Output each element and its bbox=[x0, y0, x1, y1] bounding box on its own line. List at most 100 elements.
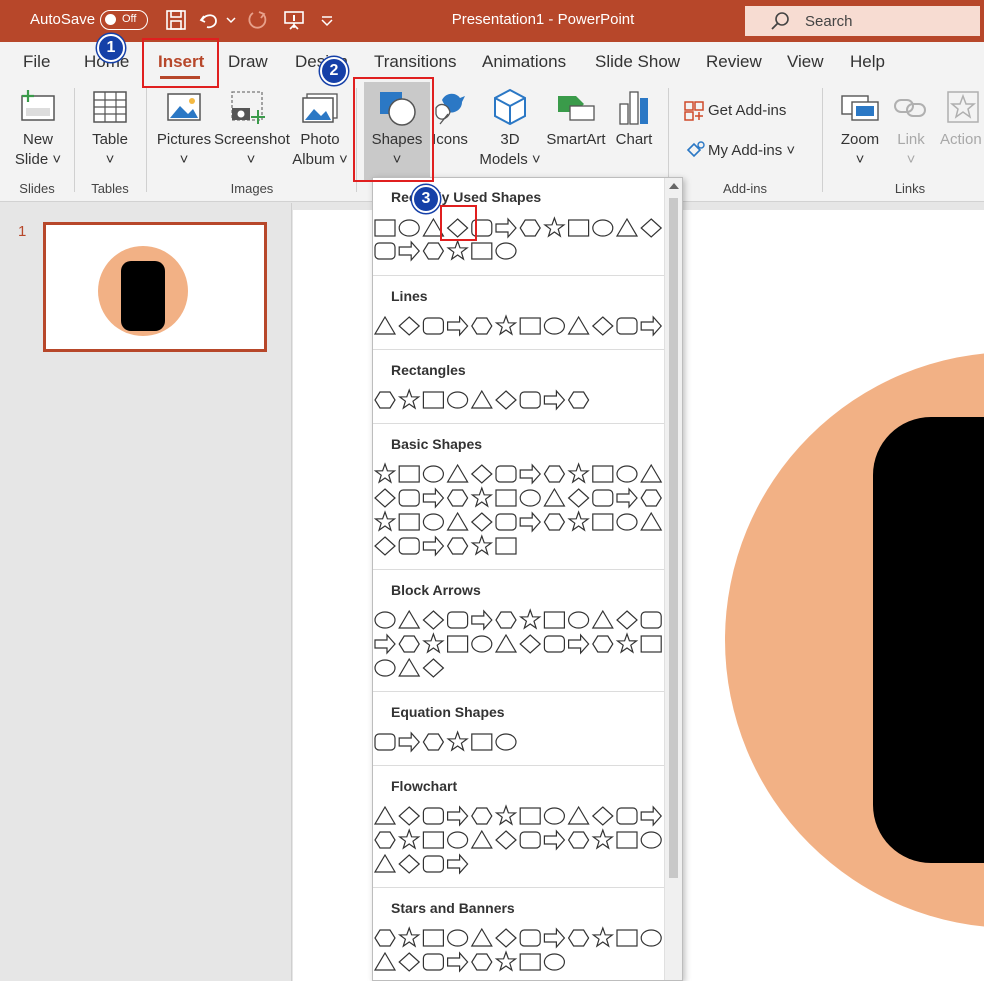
shape-rect-icon[interactable] bbox=[519, 317, 541, 335]
shape-circle-icon[interactable] bbox=[543, 317, 565, 335]
shape-arrow-icon[interactable] bbox=[374, 633, 396, 655]
shape-hex-icon[interactable] bbox=[446, 537, 469, 555]
shape-round-icon[interactable] bbox=[446, 611, 469, 629]
photo-album-button[interactable]: Photo Album ˅ bbox=[288, 130, 352, 170]
shape-tri-icon[interactable] bbox=[373, 951, 397, 971]
shape-rect-icon[interactable] bbox=[422, 831, 445, 849]
shape-diamond-icon[interactable] bbox=[495, 830, 517, 850]
shape-tri-icon[interactable] bbox=[615, 217, 639, 237]
shape-round-icon[interactable] bbox=[422, 953, 445, 971]
link-button[interactable]: Link ˅ bbox=[886, 130, 936, 170]
slide-thumbnail[interactable] bbox=[43, 222, 267, 352]
shape-rect-icon[interactable] bbox=[519, 807, 541, 825]
shape-diamond-icon[interactable] bbox=[567, 488, 590, 508]
shape-hex-icon[interactable] bbox=[567, 831, 590, 849]
chart-button[interactable]: Chart bbox=[610, 130, 658, 150]
shape-star-icon[interactable] bbox=[373, 510, 397, 532]
shape-round-icon[interactable] bbox=[495, 465, 517, 483]
shape-star-icon[interactable] bbox=[470, 486, 494, 508]
shape-diamond-icon[interactable] bbox=[495, 390, 517, 410]
shape-star-icon[interactable] bbox=[446, 730, 469, 752]
shape-diamond-icon[interactable] bbox=[398, 806, 421, 826]
shape-round-icon[interactable] bbox=[422, 855, 445, 873]
shape-circle-icon[interactable] bbox=[446, 391, 469, 409]
shape-round-icon[interactable] bbox=[592, 489, 614, 507]
shape-circle-icon[interactable] bbox=[640, 831, 662, 849]
shape-diamond-icon[interactable] bbox=[422, 658, 445, 678]
shape-diamond-icon[interactable] bbox=[640, 218, 663, 238]
shape-star-icon[interactable] bbox=[470, 534, 494, 556]
shape-rect-icon[interactable] bbox=[422, 929, 445, 947]
shape-rect-icon[interactable] bbox=[446, 635, 469, 653]
shape-tri-icon[interactable] bbox=[640, 463, 663, 483]
shape-round-icon[interactable] bbox=[398, 489, 420, 507]
shape-round-icon[interactable] bbox=[640, 611, 662, 629]
shape-round-icon[interactable] bbox=[616, 317, 638, 335]
shape-round-icon[interactable] bbox=[422, 317, 445, 335]
shape-diamond-icon[interactable] bbox=[591, 316, 614, 336]
shape-hex-icon[interactable] bbox=[471, 317, 493, 335]
tab-animations[interactable]: Animations bbox=[482, 52, 566, 72]
shape-hex-icon[interactable] bbox=[398, 635, 420, 653]
shape-circle-icon[interactable] bbox=[543, 807, 565, 825]
shape-rect-icon[interactable] bbox=[592, 513, 614, 531]
shape-circle-icon[interactable] bbox=[568, 611, 590, 629]
tab-file[interactable]: File bbox=[23, 52, 50, 72]
shape-hex-icon[interactable] bbox=[374, 831, 396, 849]
shape-tri-icon[interactable] bbox=[543, 487, 566, 507]
shape-arrow-icon[interactable] bbox=[447, 315, 469, 337]
shape-tri-icon[interactable] bbox=[470, 389, 493, 409]
table-button[interactable]: Table ˅ bbox=[82, 130, 138, 170]
shape-circle-icon[interactable] bbox=[495, 242, 517, 260]
shape-arrow-icon[interactable] bbox=[543, 389, 566, 411]
shape-rect-icon[interactable] bbox=[495, 489, 517, 507]
shape-tri-icon[interactable] bbox=[373, 805, 397, 825]
get-addins-button[interactable]: Get Add-ins bbox=[708, 102, 786, 119]
tab-view[interactable]: View bbox=[787, 52, 824, 72]
shape-tri-icon[interactable] bbox=[398, 609, 421, 629]
shape-arrow-icon[interactable] bbox=[519, 463, 542, 485]
shape-circle-icon[interactable] bbox=[495, 733, 517, 751]
shape-diamond-icon[interactable] bbox=[398, 316, 421, 336]
shape-diamond-icon[interactable] bbox=[591, 806, 614, 826]
shape-star-icon[interactable] bbox=[567, 462, 590, 484]
shape-arrow-icon[interactable] bbox=[568, 633, 590, 655]
shape-round-icon[interactable] bbox=[543, 635, 565, 653]
shape-tri-icon[interactable] bbox=[373, 853, 397, 873]
pictures-button[interactable]: Pictures ˅ bbox=[154, 130, 214, 170]
shape-rect-icon[interactable] bbox=[398, 465, 420, 483]
shape-arrow-icon[interactable] bbox=[519, 511, 542, 533]
icons-button[interactable]: Icons bbox=[428, 130, 472, 150]
zoom-button[interactable]: Zoom ˅ bbox=[832, 130, 888, 170]
shape-circle-icon[interactable] bbox=[446, 831, 469, 849]
shape-circle-icon[interactable] bbox=[422, 465, 445, 483]
shape-diamond-icon[interactable] bbox=[422, 610, 445, 630]
shape-star-icon[interactable] bbox=[373, 462, 397, 484]
shape-circle-icon[interactable] bbox=[592, 219, 614, 237]
shape-star-icon[interactable] bbox=[518, 608, 542, 630]
shape-rect-icon[interactable] bbox=[519, 953, 541, 971]
shape-diamond-icon[interactable] bbox=[374, 488, 396, 508]
slide-rounded-rect[interactable] bbox=[873, 417, 984, 863]
shape-circle-icon[interactable] bbox=[616, 465, 638, 483]
shape-circle-icon[interactable] bbox=[471, 635, 493, 653]
scrollbar-thumb[interactable] bbox=[669, 198, 678, 878]
shape-star-icon[interactable] bbox=[615, 632, 639, 654]
shape-diamond-icon[interactable] bbox=[616, 610, 638, 630]
shape-round-icon[interactable] bbox=[422, 807, 445, 825]
shape-hex-icon[interactable] bbox=[422, 242, 445, 260]
shape-round-icon[interactable] bbox=[374, 733, 396, 751]
scroll-up-arrow-icon[interactable] bbox=[669, 183, 679, 189]
shape-arrow-icon[interactable] bbox=[543, 927, 566, 949]
shape-arrow-icon[interactable] bbox=[422, 535, 445, 557]
shape-hex-icon[interactable] bbox=[471, 807, 493, 825]
shape-hex-icon[interactable] bbox=[592, 635, 614, 653]
screenshot-button[interactable]: Screenshot ˅ bbox=[214, 130, 290, 170]
smartart-button[interactable]: SmartArt bbox=[544, 130, 608, 150]
shape-rect-icon[interactable] bbox=[543, 611, 565, 629]
shape-rect-icon[interactable] bbox=[616, 831, 638, 849]
3d-models-button[interactable]: 3D Models ˅ bbox=[476, 130, 544, 170]
shape-hex-icon[interactable] bbox=[446, 489, 469, 507]
shape-circle-icon[interactable] bbox=[374, 659, 396, 677]
shape-hex-icon[interactable] bbox=[422, 733, 445, 751]
